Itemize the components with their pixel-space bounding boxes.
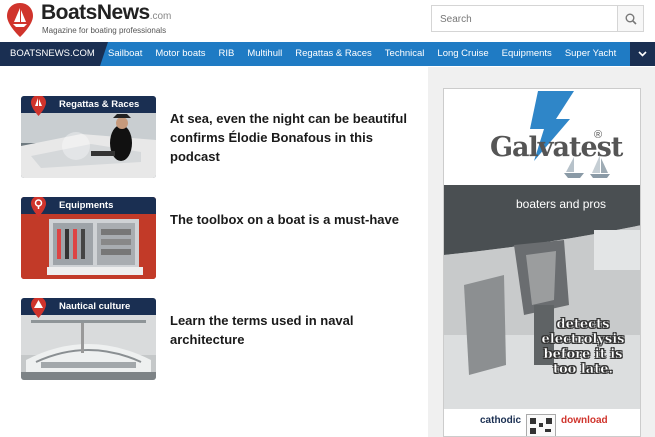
nav-more-button[interactable] (630, 42, 655, 66)
ad-header: Galvatest ® (444, 89, 640, 185)
ad-message: detects electrolysis before it is too la… (541, 317, 625, 377)
main-nav: BOATSNEWS.COM Sailboat Motor boats RIB M… (0, 42, 655, 66)
boats-icon (564, 155, 610, 178)
nav-item-super-yacht[interactable]: Super Yacht (565, 42, 616, 66)
category-pin-icon (31, 96, 46, 116)
chevron-down-icon (638, 51, 647, 57)
site-name: BoatsNews (41, 1, 150, 24)
nav-item-technical[interactable]: Technical (385, 42, 425, 66)
ad-footer-left: cathodic (480, 415, 522, 426)
ad-slogan: boaters and pros (516, 197, 607, 211)
site-tagline: Magazine for boating professionals (42, 26, 167, 35)
ad-download-link[interactable]: download (561, 415, 608, 426)
article-card[interactable]: Equipments The toolbox on a boat is a mu… (21, 197, 421, 279)
qr-code-icon (526, 414, 556, 436)
category-pin-icon (31, 298, 46, 318)
category-label[interactable]: Equipments (59, 200, 113, 211)
article-card[interactable]: Regattas & Races At sea, even the night … (21, 96, 421, 178)
nav-item-sailboat[interactable]: Sailboat (108, 42, 142, 66)
nav-item-multihull[interactable]: Multihull (247, 42, 282, 66)
site-header: BoatsNews.com Magazine for boating profe… (0, 0, 655, 40)
article-card[interactable]: Nautical culture Learn the terms used in… (21, 298, 421, 380)
search-icon (625, 13, 637, 25)
article-title[interactable]: The toolbox on a boat is a must-have (170, 210, 410, 229)
article-title[interactable]: Learn the terms used in naval architectu… (170, 311, 410, 349)
article-thumbnail[interactable]: Equipments (21, 197, 156, 279)
article-thumbnail[interactable]: Regattas & Races (21, 96, 156, 178)
article-title[interactable]: At sea, even the night can be beautiful … (170, 109, 410, 166)
category-pin-icon (31, 197, 46, 217)
category-label[interactable]: Regattas & Races (59, 99, 139, 110)
article-thumbnail[interactable]: Nautical culture (21, 298, 156, 380)
nav-item-rib[interactable]: RIB (219, 42, 235, 66)
search-button[interactable] (617, 5, 644, 32)
nav-brand-arrow (100, 42, 108, 66)
nav-item-equipments[interactable]: Equipments (502, 42, 552, 66)
galvatest-ad[interactable]: Galvatest ® boaters and pros detects ele… (443, 88, 641, 437)
nav-item-long-cruise[interactable]: Long Cruise (437, 42, 488, 66)
logo-pin-icon[interactable] (6, 2, 34, 38)
nav-item-motor-boats[interactable]: Motor boats (155, 42, 205, 66)
site-tld: .com (149, 11, 172, 22)
category-label[interactable]: Nautical culture (59, 301, 130, 312)
nav-items: Sailboat Motor boats RIB Multihull Regat… (108, 42, 629, 66)
search-input[interactable]: Search (431, 5, 617, 32)
nav-brand-link[interactable]: BOATSNEWS.COM (0, 42, 100, 66)
ad-registered-mark: ® (594, 129, 603, 141)
site-logo[interactable]: BoatsNews.com (41, 1, 171, 25)
nav-item-regattas-races[interactable]: Regattas & Races (295, 42, 372, 66)
